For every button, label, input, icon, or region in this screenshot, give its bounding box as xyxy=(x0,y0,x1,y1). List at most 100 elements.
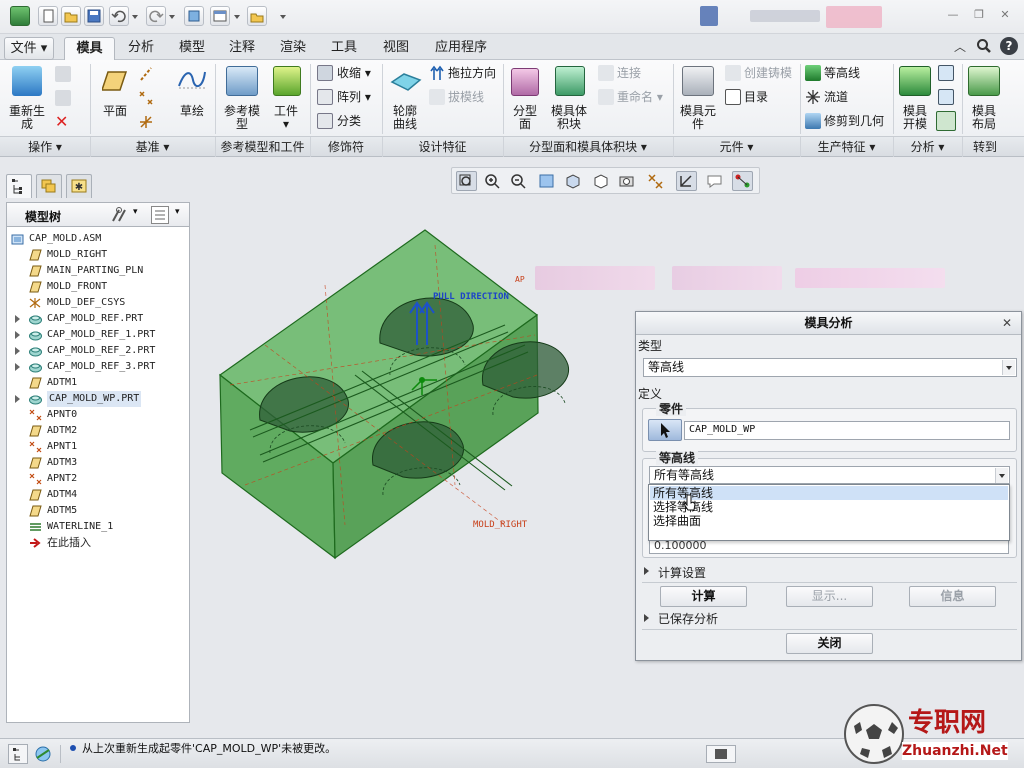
plane-button[interactable]: 平面 xyxy=(98,105,132,118)
mold-component-button[interactable]: 模具元 件 xyxy=(676,105,720,131)
close-icon[interactable]: ✕ xyxy=(998,8,1012,21)
tab-file[interactable]: 文件 ▾ xyxy=(4,37,54,60)
group-operations[interactable]: 操作 ▾ xyxy=(0,139,90,155)
spin-center-icon[interactable] xyxy=(676,171,697,191)
connect-icon[interactable] xyxy=(598,65,614,81)
paste-icon[interactable] xyxy=(55,90,71,106)
saved-analysis-label[interactable]: 已保存分析 xyxy=(658,612,718,626)
collapse-ribbon-icon[interactable]: ︿ xyxy=(954,38,970,54)
tree-expand-icon[interactable] xyxy=(15,315,24,323)
windows-dropdown-icon[interactable] xyxy=(232,6,242,26)
mold-workpiece-model[interactable]: PULL DIRECTION MOLD_RIGHT AP xyxy=(205,225,585,565)
tree-item[interactable]: CAP_MOLD_WP.PRT xyxy=(7,391,189,407)
tree-item[interactable]: ADTM2 xyxy=(7,423,189,439)
regenerate-icon[interactable] xyxy=(12,66,42,96)
type-select[interactable]: 等高线 xyxy=(643,358,1017,377)
mold-layout-icon[interactable] xyxy=(968,66,1000,96)
tree-settings-icon[interactable] xyxy=(109,206,131,224)
new-file-icon[interactable] xyxy=(38,6,58,26)
sketch-icon[interactable] xyxy=(177,68,207,92)
regenerate-button[interactable]: 重新生 成 xyxy=(6,105,48,131)
point-display-icon[interactable] xyxy=(732,171,753,191)
saved-analysis-expand-icon[interactable] xyxy=(644,614,653,622)
rename-icon[interactable] xyxy=(598,89,614,105)
parting-surface-icon[interactable] xyxy=(511,68,539,96)
runner-icon[interactable] xyxy=(805,89,821,105)
tree-item[interactable]: APNT2 xyxy=(7,471,189,487)
axis-icon[interactable] xyxy=(138,66,154,82)
info-button[interactable]: 信息 xyxy=(909,586,996,607)
zoom-out-icon[interactable] xyxy=(508,171,529,191)
tree-columns-dropdown-icon[interactable]: ▾ xyxy=(175,207,180,217)
dialog-close-icon[interactable]: ✕ xyxy=(1002,316,1012,330)
tree-item[interactable]: CAP_MOLD_REF_2.PRT xyxy=(7,343,189,359)
navigator-toggle-icon[interactable] xyxy=(8,744,28,764)
customize-toolbar-icon[interactable] xyxy=(278,6,288,26)
model-tree-tab[interactable] xyxy=(6,174,32,198)
tree-item[interactable]: MOLD_DEF_CSYS xyxy=(7,295,189,311)
calculate-button[interactable]: 计算 xyxy=(660,586,747,607)
catalog-icon[interactable] xyxy=(725,89,741,105)
mold-analysis-icon[interactable] xyxy=(936,111,956,131)
tree-item[interactable]: APNT0 xyxy=(7,407,189,423)
regenerate-quick-icon[interactable] xyxy=(184,6,204,26)
repaint-icon[interactable] xyxy=(536,171,557,191)
trim-geometry-icon[interactable] xyxy=(805,113,821,129)
draft-line-button[interactable]: 拔模线 xyxy=(448,89,484,105)
tree-item[interactable]: 在此插入 xyxy=(7,535,189,551)
sketch-button[interactable]: 草绘 xyxy=(172,105,212,118)
ref-model-icon[interactable] xyxy=(226,66,258,96)
tree-columns-icon[interactable] xyxy=(151,206,169,224)
mold-open-icon[interactable] xyxy=(899,66,931,96)
calc-settings-expand-icon[interactable] xyxy=(644,567,653,575)
draft-check-icon[interactable] xyxy=(938,65,954,81)
mold-layout-button[interactable]: 模具 布局 xyxy=(964,105,1004,131)
tree-item[interactable]: MAIN_PARTING_PLN xyxy=(7,263,189,279)
windows-icon[interactable] xyxy=(210,6,230,26)
create-casting-icon[interactable] xyxy=(725,65,741,81)
pattern-icon[interactable] xyxy=(317,89,333,105)
option-all-contours[interactable]: 所有等高线 xyxy=(650,486,1008,500)
folder-browser-tab[interactable] xyxy=(36,174,62,198)
close-button[interactable]: 关闭 xyxy=(786,633,873,654)
group-parting-volume[interactable]: 分型面和模具体积块 ▾ xyxy=(503,139,673,155)
pattern-button[interactable]: 阵列 ▾ xyxy=(337,89,371,105)
open-folder-icon[interactable] xyxy=(61,6,81,26)
outline-curve-button[interactable]: 轮廓 曲线 xyxy=(386,105,424,131)
tree-item[interactable]: CAP_MOLD_REF_3.PRT xyxy=(7,359,189,375)
tree-item[interactable]: CAP_MOLD_REF.PRT xyxy=(7,311,189,327)
tab-tools[interactable]: 工具 xyxy=(322,37,366,60)
classify-icon[interactable] xyxy=(317,113,333,129)
tree-settings-dropdown-icon[interactable]: ▾ xyxy=(133,207,138,217)
workpiece-button[interactable]: 工件 ▾ xyxy=(268,105,304,131)
group-production-features[interactable]: 生产特征 ▾ xyxy=(800,139,893,155)
save-icon[interactable] xyxy=(84,6,104,26)
tree-expand-icon[interactable] xyxy=(15,331,24,339)
part-field[interactable]: CAP_MOLD_WP xyxy=(684,421,1010,440)
select-part-button[interactable] xyxy=(648,419,682,441)
refit-icon[interactable] xyxy=(456,171,477,191)
tree-item[interactable]: CAP_MOLD.ASM xyxy=(7,231,189,247)
tab-model[interactable]: 模型 xyxy=(170,37,214,60)
tab-analysis[interactable]: 分析 xyxy=(118,37,164,60)
help-icon[interactable]: ? xyxy=(1000,37,1018,55)
runner-button[interactable]: 流道 xyxy=(824,89,848,105)
rename-button[interactable]: 重命名 ▾ xyxy=(617,89,663,105)
close-window-icon[interactable] xyxy=(247,6,267,26)
view-manager-icon[interactable] xyxy=(616,171,637,191)
minimize-icon[interactable]: — xyxy=(946,8,960,21)
classify-button[interactable]: 分类 xyxy=(337,113,361,129)
app-icon[interactable] xyxy=(10,6,30,26)
shrink-icon[interactable] xyxy=(317,65,333,81)
tree-item[interactable]: APNT1 xyxy=(7,439,189,455)
redo-dropdown-icon[interactable] xyxy=(167,6,177,26)
tab-mold[interactable]: 模具 xyxy=(64,37,115,60)
annotation-display-icon[interactable] xyxy=(704,171,725,191)
csys-icon[interactable] xyxy=(138,114,154,130)
draw-direction-icon[interactable] xyxy=(429,65,445,81)
contour-select[interactable]: 所有等高线 xyxy=(649,466,1010,484)
tree-expand-icon[interactable] xyxy=(15,395,24,403)
maximize-icon[interactable]: ❐ xyxy=(972,8,986,21)
display-style-icon[interactable] xyxy=(562,171,583,191)
catalog-button[interactable]: 目录 xyxy=(744,89,768,105)
